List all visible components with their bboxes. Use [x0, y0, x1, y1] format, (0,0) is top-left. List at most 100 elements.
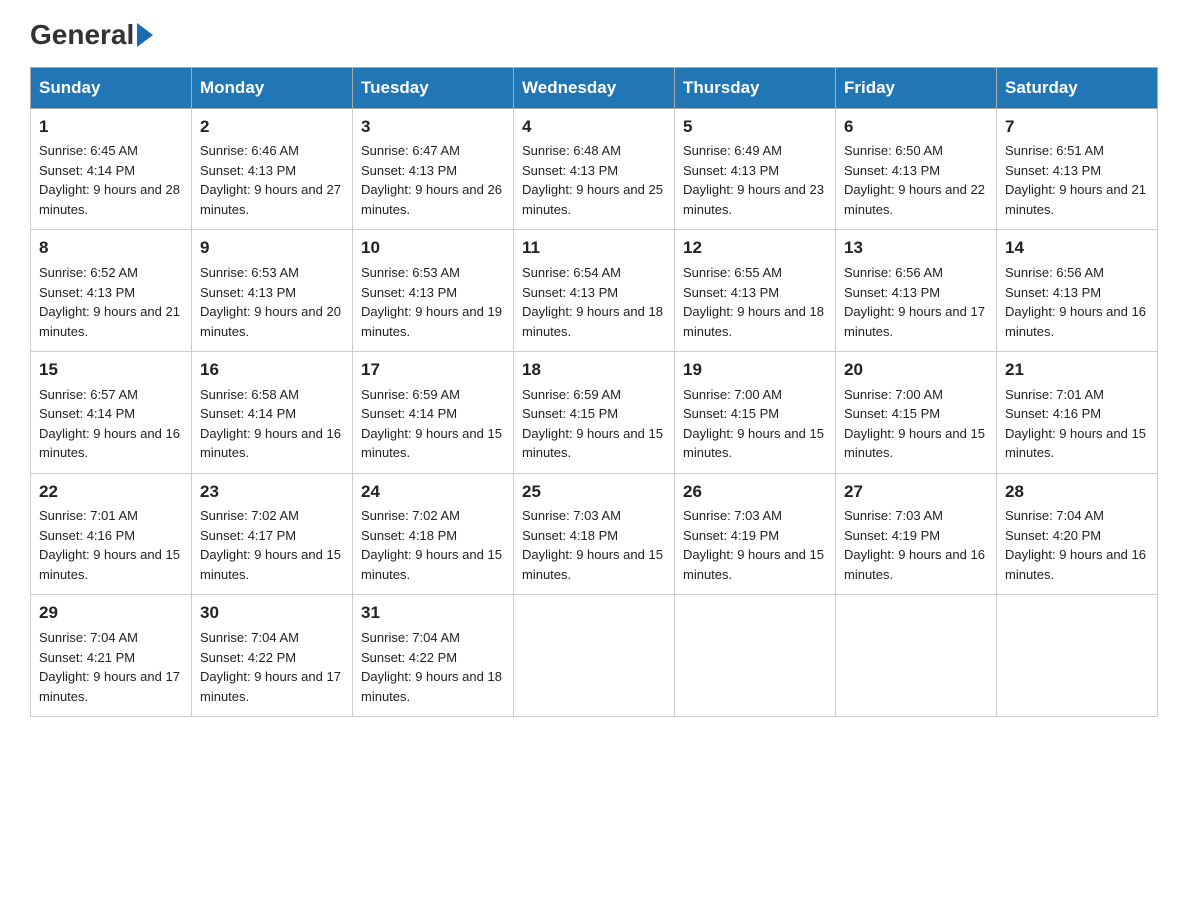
calendar-cell: 22Sunrise: 7:01 AMSunset: 4:16 PMDayligh…: [31, 473, 192, 595]
day-number: 25: [522, 480, 666, 505]
logo: G eneral: [30, 20, 153, 49]
page-header: G eneral: [30, 20, 1158, 49]
day-info: Sunrise: 6:53 AMSunset: 4:13 PMDaylight:…: [361, 263, 505, 341]
day-info: Sunrise: 6:53 AMSunset: 4:13 PMDaylight:…: [200, 263, 344, 341]
day-number: 10: [361, 236, 505, 261]
calendar-cell: 31Sunrise: 7:04 AMSunset: 4:22 PMDayligh…: [353, 595, 514, 717]
day-number: 14: [1005, 236, 1149, 261]
week-row: 29Sunrise: 7:04 AMSunset: 4:21 PMDayligh…: [31, 595, 1158, 717]
day-number: 7: [1005, 115, 1149, 140]
calendar-cell: 1Sunrise: 6:45 AMSunset: 4:14 PMDaylight…: [31, 108, 192, 230]
calendar-cell: 15Sunrise: 6:57 AMSunset: 4:14 PMDayligh…: [31, 352, 192, 474]
day-number: 17: [361, 358, 505, 383]
day-info: Sunrise: 6:59 AMSunset: 4:14 PMDaylight:…: [361, 385, 505, 463]
day-of-week-header: Thursday: [675, 67, 836, 108]
day-info: Sunrise: 7:01 AMSunset: 4:16 PMDaylight:…: [39, 506, 183, 584]
calendar-cell: 27Sunrise: 7:03 AMSunset: 4:19 PMDayligh…: [836, 473, 997, 595]
calendar-cell: 9Sunrise: 6:53 AMSunset: 4:13 PMDaylight…: [192, 230, 353, 352]
day-of-week-header: Saturday: [997, 67, 1158, 108]
day-info: Sunrise: 6:48 AMSunset: 4:13 PMDaylight:…: [522, 141, 666, 219]
calendar-cell: 16Sunrise: 6:58 AMSunset: 4:14 PMDayligh…: [192, 352, 353, 474]
day-number: 8: [39, 236, 183, 261]
calendar-cell: 17Sunrise: 6:59 AMSunset: 4:14 PMDayligh…: [353, 352, 514, 474]
week-row: 8Sunrise: 6:52 AMSunset: 4:13 PMDaylight…: [31, 230, 1158, 352]
calendar-cell: 3Sunrise: 6:47 AMSunset: 4:13 PMDaylight…: [353, 108, 514, 230]
day-of-week-header: Monday: [192, 67, 353, 108]
calendar-cell: 30Sunrise: 7:04 AMSunset: 4:22 PMDayligh…: [192, 595, 353, 717]
day-number: 26: [683, 480, 827, 505]
day-info: Sunrise: 6:56 AMSunset: 4:13 PMDaylight:…: [844, 263, 988, 341]
day-number: 6: [844, 115, 988, 140]
day-number: 19: [683, 358, 827, 383]
day-info: Sunrise: 7:03 AMSunset: 4:19 PMDaylight:…: [683, 506, 827, 584]
day-number: 23: [200, 480, 344, 505]
calendar-cell: 14Sunrise: 6:56 AMSunset: 4:13 PMDayligh…: [997, 230, 1158, 352]
calendar-cell: 20Sunrise: 7:00 AMSunset: 4:15 PMDayligh…: [836, 352, 997, 474]
day-number: 3: [361, 115, 505, 140]
calendar-header-row: SundayMondayTuesdayWednesdayThursdayFrid…: [31, 67, 1158, 108]
calendar-cell: 8Sunrise: 6:52 AMSunset: 4:13 PMDaylight…: [31, 230, 192, 352]
day-number: 5: [683, 115, 827, 140]
day-number: 4: [522, 115, 666, 140]
day-info: Sunrise: 7:00 AMSunset: 4:15 PMDaylight:…: [844, 385, 988, 463]
calendar-cell: 2Sunrise: 6:46 AMSunset: 4:13 PMDaylight…: [192, 108, 353, 230]
day-number: 30: [200, 601, 344, 626]
day-of-week-header: Friday: [836, 67, 997, 108]
day-number: 12: [683, 236, 827, 261]
logo-chevron-icon: [137, 23, 153, 47]
calendar-cell: [836, 595, 997, 717]
day-number: 11: [522, 236, 666, 261]
day-info: Sunrise: 6:45 AMSunset: 4:14 PMDaylight:…: [39, 141, 183, 219]
day-info: Sunrise: 6:50 AMSunset: 4:13 PMDaylight:…: [844, 141, 988, 219]
day-info: Sunrise: 6:56 AMSunset: 4:13 PMDaylight:…: [1005, 263, 1149, 341]
calendar-table: SundayMondayTuesdayWednesdayThursdayFrid…: [30, 67, 1158, 717]
logo-text-eneral: eneral: [52, 20, 135, 51]
day-info: Sunrise: 6:59 AMSunset: 4:15 PMDaylight:…: [522, 385, 666, 463]
day-number: 22: [39, 480, 183, 505]
day-info: Sunrise: 6:51 AMSunset: 4:13 PMDaylight:…: [1005, 141, 1149, 219]
day-info: Sunrise: 7:03 AMSunset: 4:19 PMDaylight:…: [844, 506, 988, 584]
day-info: Sunrise: 6:52 AMSunset: 4:13 PMDaylight:…: [39, 263, 183, 341]
calendar-cell: [675, 595, 836, 717]
day-info: Sunrise: 6:54 AMSunset: 4:13 PMDaylight:…: [522, 263, 666, 341]
calendar-cell: 4Sunrise: 6:48 AMSunset: 4:13 PMDaylight…: [514, 108, 675, 230]
week-row: 1Sunrise: 6:45 AMSunset: 4:14 PMDaylight…: [31, 108, 1158, 230]
day-number: 9: [200, 236, 344, 261]
calendar-cell: [997, 595, 1158, 717]
calendar-cell: 12Sunrise: 6:55 AMSunset: 4:13 PMDayligh…: [675, 230, 836, 352]
day-info: Sunrise: 6:49 AMSunset: 4:13 PMDaylight:…: [683, 141, 827, 219]
logo-text-g: G: [30, 20, 52, 51]
day-of-week-header: Wednesday: [514, 67, 675, 108]
calendar-cell: 29Sunrise: 7:04 AMSunset: 4:21 PMDayligh…: [31, 595, 192, 717]
day-info: Sunrise: 6:47 AMSunset: 4:13 PMDaylight:…: [361, 141, 505, 219]
day-info: Sunrise: 7:03 AMSunset: 4:18 PMDaylight:…: [522, 506, 666, 584]
day-number: 18: [522, 358, 666, 383]
day-info: Sunrise: 6:57 AMSunset: 4:14 PMDaylight:…: [39, 385, 183, 463]
day-number: 24: [361, 480, 505, 505]
day-info: Sunrise: 7:00 AMSunset: 4:15 PMDaylight:…: [683, 385, 827, 463]
calendar-cell: 26Sunrise: 7:03 AMSunset: 4:19 PMDayligh…: [675, 473, 836, 595]
calendar-cell: 19Sunrise: 7:00 AMSunset: 4:15 PMDayligh…: [675, 352, 836, 474]
day-info: Sunrise: 7:04 AMSunset: 4:22 PMDaylight:…: [361, 628, 505, 706]
calendar-cell: 25Sunrise: 7:03 AMSunset: 4:18 PMDayligh…: [514, 473, 675, 595]
day-of-week-header: Tuesday: [353, 67, 514, 108]
calendar-cell: 6Sunrise: 6:50 AMSunset: 4:13 PMDaylight…: [836, 108, 997, 230]
day-info: Sunrise: 7:02 AMSunset: 4:18 PMDaylight:…: [361, 506, 505, 584]
day-number: 2: [200, 115, 344, 140]
calendar-cell: [514, 595, 675, 717]
calendar-cell: 7Sunrise: 6:51 AMSunset: 4:13 PMDaylight…: [997, 108, 1158, 230]
day-number: 31: [361, 601, 505, 626]
day-number: 21: [1005, 358, 1149, 383]
calendar-cell: 5Sunrise: 6:49 AMSunset: 4:13 PMDaylight…: [675, 108, 836, 230]
day-info: Sunrise: 6:46 AMSunset: 4:13 PMDaylight:…: [200, 141, 344, 219]
week-row: 22Sunrise: 7:01 AMSunset: 4:16 PMDayligh…: [31, 473, 1158, 595]
day-of-week-header: Sunday: [31, 67, 192, 108]
day-number: 16: [200, 358, 344, 383]
calendar-cell: 18Sunrise: 6:59 AMSunset: 4:15 PMDayligh…: [514, 352, 675, 474]
day-info: Sunrise: 7:04 AMSunset: 4:21 PMDaylight:…: [39, 628, 183, 706]
day-info: Sunrise: 7:04 AMSunset: 4:20 PMDaylight:…: [1005, 506, 1149, 584]
day-number: 13: [844, 236, 988, 261]
day-number: 27: [844, 480, 988, 505]
calendar-cell: 13Sunrise: 6:56 AMSunset: 4:13 PMDayligh…: [836, 230, 997, 352]
day-info: Sunrise: 7:02 AMSunset: 4:17 PMDaylight:…: [200, 506, 344, 584]
